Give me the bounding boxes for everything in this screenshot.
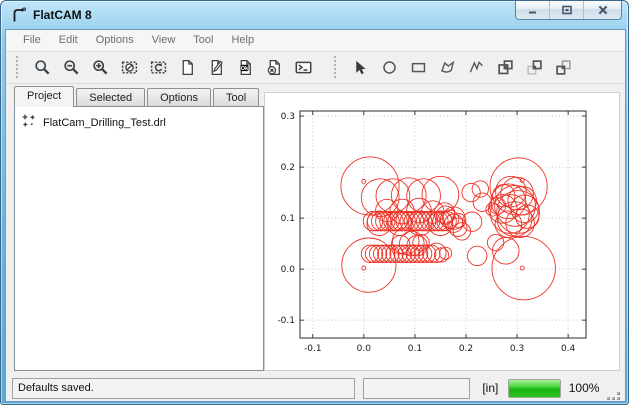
- svg-text:0.1: 0.1: [281, 214, 295, 224]
- minimize-button[interactable]: [516, 0, 550, 19]
- new-project-button[interactable]: [173, 53, 202, 81]
- menu-item-tool[interactable]: Tool: [184, 31, 222, 49]
- edit-project-button[interactable]: [202, 53, 231, 81]
- menu-item-options[interactable]: Options: [87, 31, 143, 49]
- subtract-icon: [555, 59, 572, 76]
- progress-percent-label: 100%: [569, 381, 600, 395]
- replot-icon: [150, 59, 167, 76]
- shell-button[interactable]: [289, 53, 318, 81]
- progress-bar: [508, 379, 560, 398]
- window-controls: [515, 0, 622, 20]
- draw-rectangle-button[interactable]: [404, 53, 433, 81]
- circle-icon: [381, 59, 398, 76]
- zoom-in-icon: [92, 59, 109, 76]
- plot-figure: -0.1 0.0 0.1 0.2 0.3 0.4 -0.1 0.0 0.1 0.2 0.3: [265, 93, 619, 365]
- project-tree[interactable]: FlatCam_Drilling_Test.drl: [14, 106, 264, 371]
- close-icon: [597, 4, 609, 16]
- delete-object-button[interactable]: [260, 53, 289, 81]
- main-toolbar: Ok: [6, 52, 625, 84]
- close-button[interactable]: [584, 0, 621, 19]
- svg-text:Ok: Ok: [241, 66, 249, 72]
- app-content: FileEditOptionsViewToolHelp Ok ProjectSe…: [5, 29, 626, 402]
- restore-icon: [561, 4, 573, 16]
- plot-canvas[interactable]: -0.1 0.0 0.1 0.2 0.3 0.4 -0.1 0.0 0.1 0.2 0.3: [264, 92, 620, 371]
- units-indicator: [in]: [482, 381, 498, 395]
- toolbar-drag-handle[interactable]: [16, 56, 20, 78]
- title-bar[interactable]: FlatCAM 8: [1, 1, 628, 29]
- draw-circle-button[interactable]: [375, 53, 404, 81]
- subtract-button[interactable]: [549, 53, 578, 81]
- status-message-text: Defaults saved.: [18, 382, 94, 394]
- file-delete-icon: [266, 59, 283, 76]
- resize-grip[interactable]: [607, 387, 621, 401]
- draw-path-button[interactable]: [462, 53, 491, 81]
- svg-text:-0.1: -0.1: [304, 344, 322, 354]
- tab-tool[interactable]: Tool: [213, 88, 259, 107]
- flatcam-logo-icon: [11, 7, 27, 23]
- svg-text:0.1: 0.1: [408, 344, 422, 354]
- status-bar: Defaults saved. [in] 100%: [6, 375, 625, 401]
- zoom-fit-button[interactable]: [28, 53, 57, 81]
- replot-button[interactable]: [144, 53, 173, 81]
- select-tool-button[interactable]: [346, 53, 375, 81]
- terminal-icon: [295, 59, 312, 76]
- zoom-out-icon: [63, 59, 80, 76]
- window-title: FlatCAM 8: [33, 8, 92, 22]
- svg-text:-0.1: -0.1: [277, 316, 295, 326]
- svg-text:0.2: 0.2: [459, 344, 473, 354]
- tab-options[interactable]: Options: [147, 88, 211, 107]
- zoom-out-button[interactable]: [57, 53, 86, 81]
- minimize-icon: [527, 4, 539, 16]
- edit-file-icon: [208, 59, 225, 76]
- left-column: ProjectSelectedOptionsTool FlatCam_Drill…: [6, 84, 264, 375]
- tree-item[interactable]: FlatCam_Drilling_Test.drl: [17, 111, 261, 134]
- restore-button[interactable]: [550, 0, 584, 19]
- svg-text:0.3: 0.3: [510, 344, 524, 354]
- svg-text:0.0: 0.0: [281, 265, 296, 275]
- file-ok-icon: Ok: [237, 59, 254, 76]
- menu-bar: FileEditOptionsViewToolHelp: [6, 30, 625, 52]
- polyline-icon: [468, 59, 485, 76]
- menu-item-edit[interactable]: Edit: [50, 31, 87, 49]
- status-message: Defaults saved.: [12, 378, 355, 399]
- union-button[interactable]: [491, 53, 520, 81]
- polygon-icon: [439, 59, 456, 76]
- cursor-icon: [352, 59, 369, 76]
- main-area: ProjectSelectedOptionsTool FlatCam_Drill…: [6, 84, 625, 375]
- menu-item-file[interactable]: File: [14, 31, 50, 49]
- intersection-button[interactable]: [520, 53, 549, 81]
- tab-bar: ProjectSelectedOptionsTool: [14, 86, 264, 107]
- tab-selected[interactable]: Selected: [76, 88, 145, 107]
- rectangle-icon: [410, 59, 427, 76]
- zoom-fit-icon: [34, 59, 51, 76]
- union-icon: [497, 59, 514, 76]
- accept-button[interactable]: Ok: [231, 53, 260, 81]
- svg-text:0.4: 0.4: [561, 344, 576, 354]
- new-file-icon: [179, 59, 196, 76]
- app-window: FlatCAM 8 FileEditOptionsViewToolHelp Ok…: [0, 0, 629, 405]
- clear-plot-icon: [121, 59, 138, 76]
- clear-plot-button[interactable]: [115, 53, 144, 81]
- zoom-in-button[interactable]: [86, 53, 115, 81]
- svg-text:0.2: 0.2: [281, 163, 295, 173]
- status-panel-2: [363, 378, 470, 399]
- toolbar-drag-handle[interactable]: [334, 56, 338, 78]
- menu-item-help[interactable]: Help: [222, 31, 263, 49]
- draw-polygon-button[interactable]: [433, 53, 462, 81]
- progress-fill: [509, 380, 559, 397]
- intersection-icon: [526, 59, 543, 76]
- menu-item-view[interactable]: View: [143, 31, 185, 49]
- svg-text:0.3: 0.3: [281, 112, 295, 122]
- tab-project[interactable]: Project: [14, 86, 74, 107]
- drill-object-icon: [21, 113, 37, 132]
- svg-text:0.0: 0.0: [357, 344, 372, 354]
- tree-item-label: FlatCam_Drilling_Test.drl: [43, 117, 166, 129]
